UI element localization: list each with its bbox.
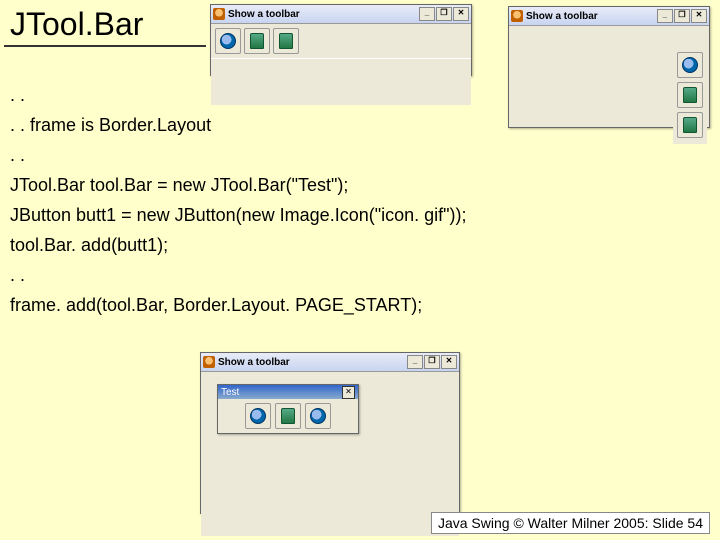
titlebar[interactable]: Show a toolbar _ ❐ ✕ — [201, 353, 459, 372]
toolbar[interactable] — [211, 24, 471, 59]
java-icon — [511, 10, 523, 22]
close-button[interactable]: ✕ — [441, 355, 457, 369]
maximize-button[interactable]: ❐ — [436, 7, 452, 21]
toolbar-button-globe[interactable] — [215, 28, 241, 54]
java-icon — [203, 356, 215, 368]
code-line: . . — [10, 140, 467, 170]
window-body — [509, 26, 709, 122]
code-block: . . . . frame is Border.Layout . . JTool… — [0, 80, 467, 320]
globe-icon — [682, 57, 698, 73]
toolbar-button-globe[interactable] — [305, 403, 331, 429]
demo-window-floating-toolbar: Show a toolbar _ ❐ ✕ Test ✕ — [200, 352, 460, 514]
toolbar-button-bin[interactable] — [244, 28, 270, 54]
code-line: tool.Bar. add(butt1); — [10, 230, 467, 260]
toolbar-vertical[interactable] — [673, 46, 707, 144]
bin-icon — [683, 117, 697, 133]
globe-icon — [250, 408, 266, 424]
code-line: JButton butt1 = new JButton(new Image.Ic… — [10, 200, 467, 230]
floating-toolbar-window[interactable]: Test ✕ — [217, 384, 359, 434]
floating-toolbar-body — [218, 399, 358, 433]
demo-window-vertical-toolbar: Show a toolbar _ ❐ ✕ — [508, 6, 710, 128]
bin-icon — [250, 33, 264, 49]
toolbar-button-globe[interactable] — [245, 403, 271, 429]
maximize-button[interactable]: ❐ — [424, 355, 440, 369]
globe-icon — [310, 408, 326, 424]
bin-icon — [279, 33, 293, 49]
maximize-button[interactable]: ❐ — [674, 9, 690, 23]
code-line: . . frame is Border.Layout — [10, 110, 467, 140]
java-icon — [213, 8, 225, 20]
slide-title: JTool.Bar — [4, 0, 206, 47]
titlebar[interactable]: Show a toolbar _ ❐ ✕ — [509, 7, 709, 26]
bin-icon — [683, 87, 697, 103]
close-button[interactable]: ✕ — [691, 9, 707, 23]
minimize-button[interactable]: _ — [419, 7, 435, 21]
window-controls: _ ❐ ✕ — [419, 7, 469, 21]
window-controls: _ ❐ ✕ — [657, 9, 707, 23]
bin-icon — [281, 408, 295, 424]
window-title: Show a toolbar — [218, 357, 404, 368]
close-button[interactable]: ✕ — [453, 7, 469, 21]
globe-icon — [220, 33, 236, 49]
toolbar-button-globe[interactable] — [677, 52, 703, 78]
window-title: Show a toolbar — [228, 9, 416, 20]
demo-window-horizontal-toolbar: Show a toolbar _ ❐ ✕ — [210, 4, 472, 76]
slide-footer: Java Swing © Walter Milner 2005: Slide 5… — [431, 512, 710, 534]
window-body — [211, 59, 471, 105]
toolbar-button-bin[interactable] — [273, 28, 299, 54]
toolbar-button-bin[interactable] — [677, 82, 703, 108]
code-line: JTool.Bar tool.Bar = new JTool.Bar("Test… — [10, 170, 467, 200]
titlebar[interactable]: Show a toolbar _ ❐ ✕ — [211, 5, 471, 24]
toolbar-button-bin[interactable] — [275, 403, 301, 429]
minimize-button[interactable]: _ — [657, 9, 673, 23]
floating-toolbar-titlebar[interactable]: Test ✕ — [218, 385, 358, 399]
floating-toolbar-title: Test — [221, 387, 239, 398]
toolbar-button-bin[interactable] — [677, 112, 703, 138]
code-line: . . — [10, 260, 467, 290]
window-title: Show a toolbar — [526, 11, 654, 22]
window-controls: _ ❐ ✕ — [407, 355, 457, 369]
code-line: frame. add(tool.Bar, Border.Layout. PAGE… — [10, 290, 467, 320]
window-body: Test ✕ — [201, 372, 459, 536]
close-icon[interactable]: ✕ — [342, 386, 355, 399]
minimize-button[interactable]: _ — [407, 355, 423, 369]
